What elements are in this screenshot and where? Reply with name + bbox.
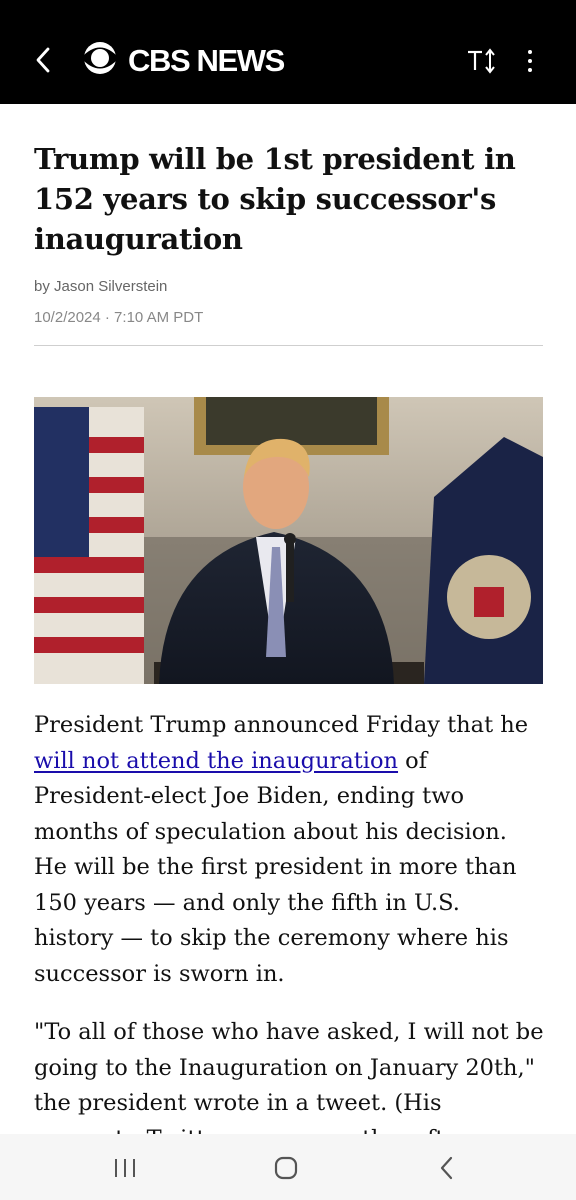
home-icon[interactable] xyxy=(261,1148,311,1188)
cbs-eye-logo-icon xyxy=(78,41,122,80)
back-arrow-icon[interactable] xyxy=(28,40,58,80)
more-vert-icon[interactable] xyxy=(516,44,544,78)
brand-text: CBS NEWS xyxy=(128,42,285,78)
hero-image[interactable] xyxy=(34,397,543,684)
paragraph-text: President Trump announced Friday that he xyxy=(34,712,529,738)
article-byline[interactable]: by Jason Silverstein xyxy=(34,278,167,295)
paragraph-text: of President-elect Joe Biden, ending two… xyxy=(34,747,517,987)
divider xyxy=(34,345,543,346)
us-flag xyxy=(34,407,144,684)
article-paragraph-1: President Trump announced Friday that he… xyxy=(34,708,546,992)
app-bar: CBS NEWS xyxy=(0,0,576,104)
system-nav-bar xyxy=(0,1134,576,1200)
article-headline: Trump will be 1st president in 152 years… xyxy=(34,142,516,256)
article-dateline: 10/2/2024 · 7:10 AM PDT xyxy=(34,309,204,326)
text-size-icon[interactable] xyxy=(465,44,499,78)
inauguration-link[interactable]: will not attend the inauguration xyxy=(34,748,398,774)
recent-apps-icon[interactable] xyxy=(100,1148,150,1188)
back-icon[interactable] xyxy=(422,1148,472,1188)
cbs-news-logo: CBS NEWS xyxy=(78,40,285,80)
